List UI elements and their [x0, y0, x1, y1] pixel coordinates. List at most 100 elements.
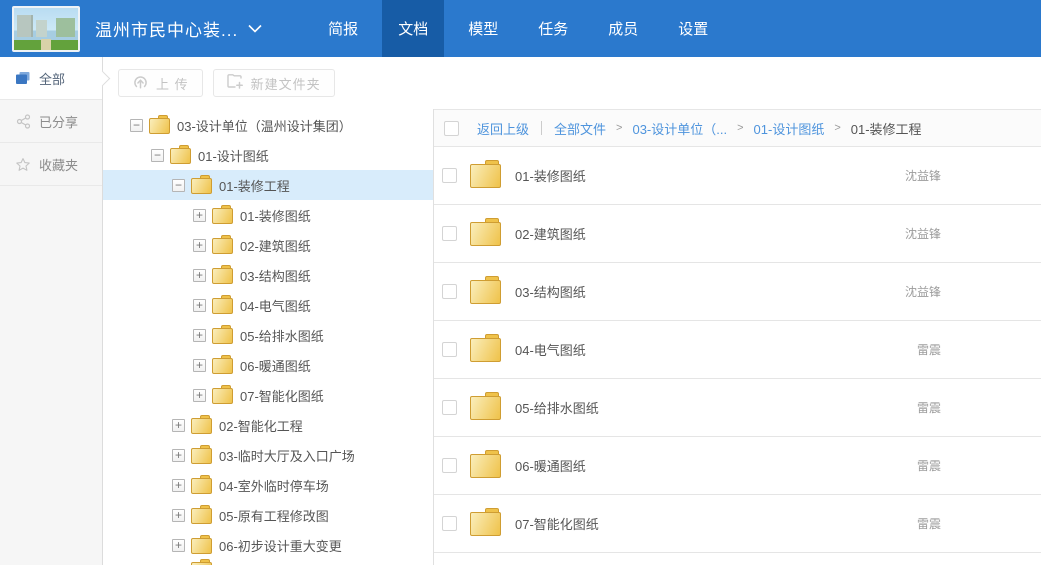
file-creator: 沈益锋 — [905, 167, 941, 184]
file-creator: 雷震 — [917, 341, 941, 358]
tree-item-label: 01-装修图纸 — [240, 206, 311, 225]
tree-item[interactable]: −01-装修工程 — [103, 170, 433, 200]
breadcrumb-item[interactable]: 01-设计图纸 — [754, 119, 825, 138]
file-row[interactable]: 06-暖通图纸 雷震 — [434, 437, 1041, 495]
sidebar-item[interactable]: 收藏夹 — [0, 143, 102, 186]
select-all-checkbox[interactable] — [444, 121, 459, 136]
nav-tab-5[interactable]: 成员 — [592, 0, 654, 57]
tree-item[interactable]: +03-临时大厅及入口广场 — [103, 440, 433, 470]
folder-icon — [470, 338, 501, 362]
tree-item[interactable]: + — [103, 560, 433, 565]
folder-icon — [470, 396, 501, 420]
tree-item[interactable]: +07-智能化图纸 — [103, 380, 433, 410]
tree-item[interactable]: − 03-设计单位（温州设计集团） — [103, 110, 433, 140]
tree-item[interactable]: +05-原有工程修改图 — [103, 500, 433, 530]
folder-body — [191, 448, 212, 464]
folder-body — [170, 148, 191, 164]
nav-tab-6[interactable]: 设置 — [662, 0, 724, 57]
collapse-icon[interactable]: − — [172, 179, 185, 192]
upload-button-label: 上 传 — [156, 74, 189, 93]
file-name[interactable]: 04-电气图纸 — [515, 340, 586, 359]
folder-body — [212, 208, 233, 224]
tree-item[interactable]: +04-室外临时停车场 — [103, 470, 433, 500]
folder-tree: −03-设计单位（温州设计集团）−01-设计图纸−01-装修工程+01-装修图纸… — [103, 109, 433, 565]
expand-icon[interactable]: + — [193, 359, 206, 372]
collapse-icon[interactable]: − — [130, 119, 143, 132]
expand-icon[interactable]: + — [172, 479, 185, 492]
file-name[interactable]: 07-智能化图纸 — [515, 514, 599, 533]
breadcrumb-item[interactable]: 03-设计单位（... — [632, 119, 727, 138]
tree-item-label: 03-结构图纸 — [240, 266, 311, 285]
file-row[interactable]: 07-智能化图纸雷震 — [434, 495, 1041, 553]
file-row[interactable]: 04-电气图纸 雷震 — [434, 321, 1041, 379]
breadcrumb-separator-icon: > — [616, 122, 622, 134]
tree-item[interactable]: +05-给排水图纸 — [103, 320, 433, 350]
breadcrumb-item[interactable]: 全部文件 — [554, 119, 606, 138]
file-row[interactable]: 02-建筑图纸沈益锋 — [434, 205, 1041, 263]
file-row[interactable]: 05-给排水图纸雷震 — [434, 379, 1041, 437]
expand-icon[interactable]: + — [193, 389, 206, 402]
tree-item[interactable]: +03-结构图纸 — [103, 260, 433, 290]
file-name[interactable]: 02-建筑图纸 — [515, 224, 586, 243]
tree-item[interactable]: +02-智能化工程 — [103, 410, 433, 440]
tree-item-label: 02-智能化工程 — [219, 416, 303, 435]
folder-body — [212, 298, 233, 314]
folder-icon — [149, 118, 170, 134]
folder-icon — [170, 148, 191, 164]
star-icon — [14, 157, 32, 172]
row-checkbox[interactable] — [442, 516, 457, 531]
nav-tab-2[interactable]: 文档 — [382, 0, 444, 57]
file-name[interactable]: 01-装修图纸 — [515, 166, 586, 185]
expand-icon[interactable]: + — [193, 329, 206, 342]
row-checkbox[interactable] — [442, 342, 457, 357]
tree-item-label: 05-原有工程修改图 — [219, 506, 329, 525]
back-to-parent-link[interactable]: 返回上级 — [477, 119, 529, 138]
share-icon — [14, 114, 32, 129]
new-folder-button[interactable]: 新建文件夹 — [213, 69, 335, 97]
folder-body — [149, 118, 170, 134]
file-creator: 雷震 — [917, 457, 941, 474]
tree-item[interactable]: −01-设计图纸 — [103, 140, 433, 170]
tree-item[interactable]: +06-暖通图纸 — [103, 350, 433, 380]
expand-icon[interactable]: + — [172, 419, 185, 432]
tree-item[interactable]: +02-建筑图纸 — [103, 230, 433, 260]
upload-button[interactable]: 上 传 — [118, 69, 203, 97]
panels: −03-设计单位（温州设计集团）−01-设计图纸−01-装修工程+01-装修图纸… — [103, 109, 1041, 565]
row-checkbox[interactable] — [442, 226, 457, 241]
project-title[interactable]: 温州市民中心装... — [95, 16, 238, 41]
nav-tab-4[interactable]: 任务 — [522, 0, 584, 57]
tree-item[interactable]: +04-电气图纸 — [103, 290, 433, 320]
row-checkbox[interactable] — [442, 168, 457, 183]
expand-icon[interactable]: + — [193, 209, 206, 222]
tree-item[interactable]: +01-装修图纸 — [103, 200, 433, 230]
sidebar-item[interactable]: 已分享 — [0, 100, 102, 143]
row-checkbox[interactable] — [442, 458, 457, 473]
expand-icon[interactable]: + — [172, 509, 185, 522]
file-list: 01-装修图纸沈益锋02-建筑图纸沈益锋03-结构图纸沈益锋04-电气图纸雷震0… — [434, 147, 1041, 565]
project-thumbnail[interactable] — [12, 6, 80, 52]
nav-tab-3[interactable]: 模型 — [452, 0, 514, 57]
chevron-down-icon[interactable] — [248, 24, 262, 33]
folder-icon — [470, 280, 501, 304]
expand-icon[interactable]: + — [172, 539, 185, 552]
file-row[interactable]: 01-装修图纸 沈益锋 — [434, 147, 1041, 205]
sidebar-item[interactable]: 全部 — [0, 57, 102, 100]
file-name[interactable]: 05-给排水图纸 — [515, 398, 599, 417]
collapse-icon[interactable]: − — [151, 149, 164, 162]
file-row[interactable]: 03-结构图纸沈益锋 — [434, 263, 1041, 321]
expand-icon[interactable]: + — [193, 269, 206, 282]
nav-tab-1[interactable]: 简报 — [312, 0, 374, 57]
sidebar-item-label: 收藏夹 — [39, 155, 78, 174]
tree-item-label: 03-设计单位（温州设计集团） — [177, 116, 352, 135]
expand-icon[interactable]: + — [172, 449, 185, 462]
tree-item[interactable]: +06-初步设计重大变更 — [103, 530, 433, 560]
file-name[interactable]: 03-结构图纸 — [515, 282, 586, 301]
file-name[interactable]: 06-暖通图纸 — [515, 456, 586, 475]
breadcrumb-separator-icon: > — [834, 122, 840, 134]
expand-icon[interactable]: + — [193, 299, 206, 312]
row-checkbox[interactable] — [442, 284, 457, 299]
expand-icon[interactable]: + — [193, 239, 206, 252]
row-checkbox[interactable] — [442, 400, 457, 415]
thumbnail-building — [36, 20, 48, 37]
tree-item-label: 06-暖通图纸 — [240, 356, 311, 375]
